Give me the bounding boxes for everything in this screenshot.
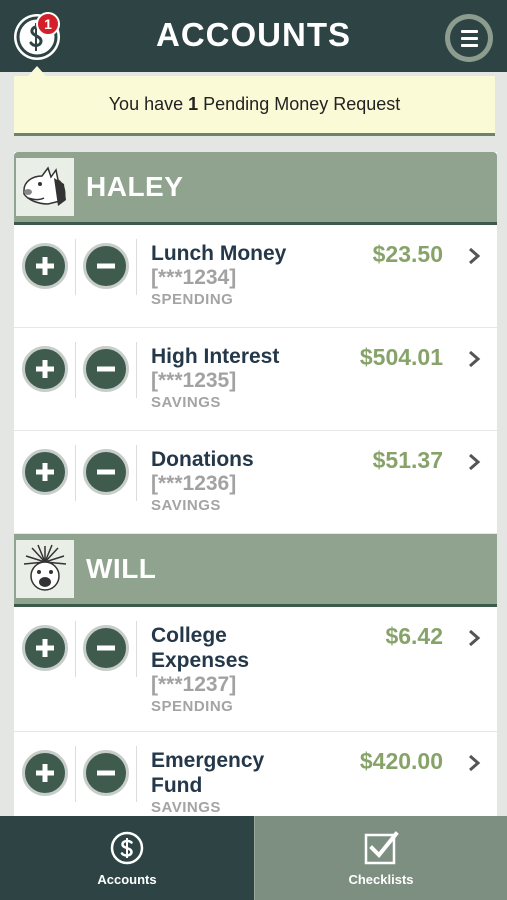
- account-name: Emergency Fund: [151, 749, 265, 797]
- account-type: SAVINGS: [151, 497, 221, 514]
- plus-icon: [36, 764, 54, 782]
- account-row[interactable]: Emergency Fund SAVINGS $420.00: [14, 732, 497, 816]
- account-balance: $51.37: [372, 447, 443, 473]
- banner-pointer: [28, 66, 46, 76]
- pending-suffix: Pending Money Request: [203, 94, 401, 114]
- chevron-right-icon[interactable]: [467, 350, 481, 368]
- plus-icon: [36, 463, 54, 481]
- plus-icon: [36, 257, 54, 275]
- bottom-nav: Accounts Checklists: [0, 816, 507, 900]
- remove-money-button[interactable]: [83, 750, 129, 796]
- divider: [75, 621, 76, 677]
- chevron-right-icon[interactable]: [467, 453, 481, 471]
- account-type: SAVINGS: [151, 394, 221, 411]
- account-number: [***1237]: [151, 673, 237, 696]
- member-header-will[interactable]: WILL: [14, 534, 497, 607]
- tab-accounts[interactable]: Accounts: [0, 816, 254, 900]
- minus-icon: [97, 770, 115, 776]
- dollar-circle-icon: [110, 831, 144, 864]
- account-name: High Interest: [151, 345, 280, 368]
- account-number: [***1236]: [151, 472, 237, 495]
- minus-icon: [97, 263, 115, 269]
- tab-checklists[interactable]: Checklists: [254, 816, 507, 900]
- remove-money-button[interactable]: [83, 449, 129, 495]
- divider: [136, 342, 137, 398]
- minus-icon: [97, 469, 115, 475]
- plus-icon: [36, 360, 54, 378]
- add-money-button[interactable]: [22, 449, 68, 495]
- account-row[interactable]: Lunch Money [***1234] SPENDING $23.50: [14, 225, 497, 328]
- member-name: WILL: [86, 553, 157, 584]
- divider: [136, 445, 137, 501]
- menu-button[interactable]: [445, 14, 493, 62]
- plus-icon: [36, 639, 54, 657]
- pending-prefix: You have: [108, 94, 184, 114]
- divider: [75, 239, 76, 295]
- divider: [136, 746, 137, 802]
- account-number: [***1234]: [151, 266, 237, 289]
- account-type: SPENDING: [151, 698, 234, 715]
- member-name: HALEY: [86, 171, 184, 202]
- app-header: 1 ACCOUNTS: [0, 0, 507, 72]
- account-type: SAVINGS: [151, 799, 221, 816]
- minus-icon: [97, 645, 115, 651]
- add-money-button[interactable]: [22, 750, 68, 796]
- pending-count: 1: [188, 94, 199, 114]
- account-row[interactable]: Donations [***1236] SAVINGS $51.37: [14, 431, 497, 534]
- remove-money-button[interactable]: [83, 625, 129, 671]
- account-name: College Expenses: [151, 624, 250, 672]
- account-balance: $6.42: [385, 623, 443, 649]
- account-row[interactable]: High Interest [***1235] SAVINGS $504.01: [14, 328, 497, 431]
- account-number: [***1235]: [151, 369, 237, 392]
- pending-request-banner[interactable]: You have 1 Pending Money Request: [14, 76, 495, 136]
- remove-money-button[interactable]: [83, 243, 129, 289]
- add-money-button[interactable]: [22, 625, 68, 671]
- chevron-right-icon[interactable]: [467, 247, 481, 265]
- account-balance: $23.50: [372, 241, 443, 267]
- tab-label: Checklists: [348, 871, 414, 887]
- account-balance: $420.00: [359, 748, 443, 774]
- checkbox-icon: [364, 830, 399, 864]
- divider: [75, 445, 76, 501]
- add-money-button[interactable]: [22, 243, 68, 289]
- account-type: SPENDING: [151, 291, 234, 308]
- divider: [136, 621, 137, 677]
- divider: [136, 239, 137, 295]
- tab-label: Accounts: [97, 871, 157, 887]
- accounts-list[interactable]: HALEY Lunch Money [***1234] SPENDING $23…: [14, 152, 497, 816]
- account-name: Donations: [151, 448, 254, 471]
- account-row[interactable]: College Expenses [***1237] SPENDING $6.4…: [14, 607, 497, 732]
- add-money-button[interactable]: [22, 346, 68, 392]
- chevron-right-icon[interactable]: [467, 754, 481, 772]
- donkey-avatar-icon: [16, 158, 74, 216]
- hamburger-menu-icon: [450, 19, 488, 57]
- chevron-right-icon[interactable]: [467, 629, 481, 647]
- porcupine-avatar-icon: [16, 540, 74, 598]
- account-balance: $504.01: [359, 344, 443, 370]
- divider: [75, 746, 76, 802]
- minus-icon: [97, 366, 115, 372]
- page-title: ACCOUNTS: [156, 16, 351, 53]
- divider: [75, 342, 76, 398]
- remove-money-button[interactable]: [83, 346, 129, 392]
- member-header-haley[interactable]: HALEY: [14, 152, 497, 225]
- account-name: Lunch Money: [151, 242, 287, 265]
